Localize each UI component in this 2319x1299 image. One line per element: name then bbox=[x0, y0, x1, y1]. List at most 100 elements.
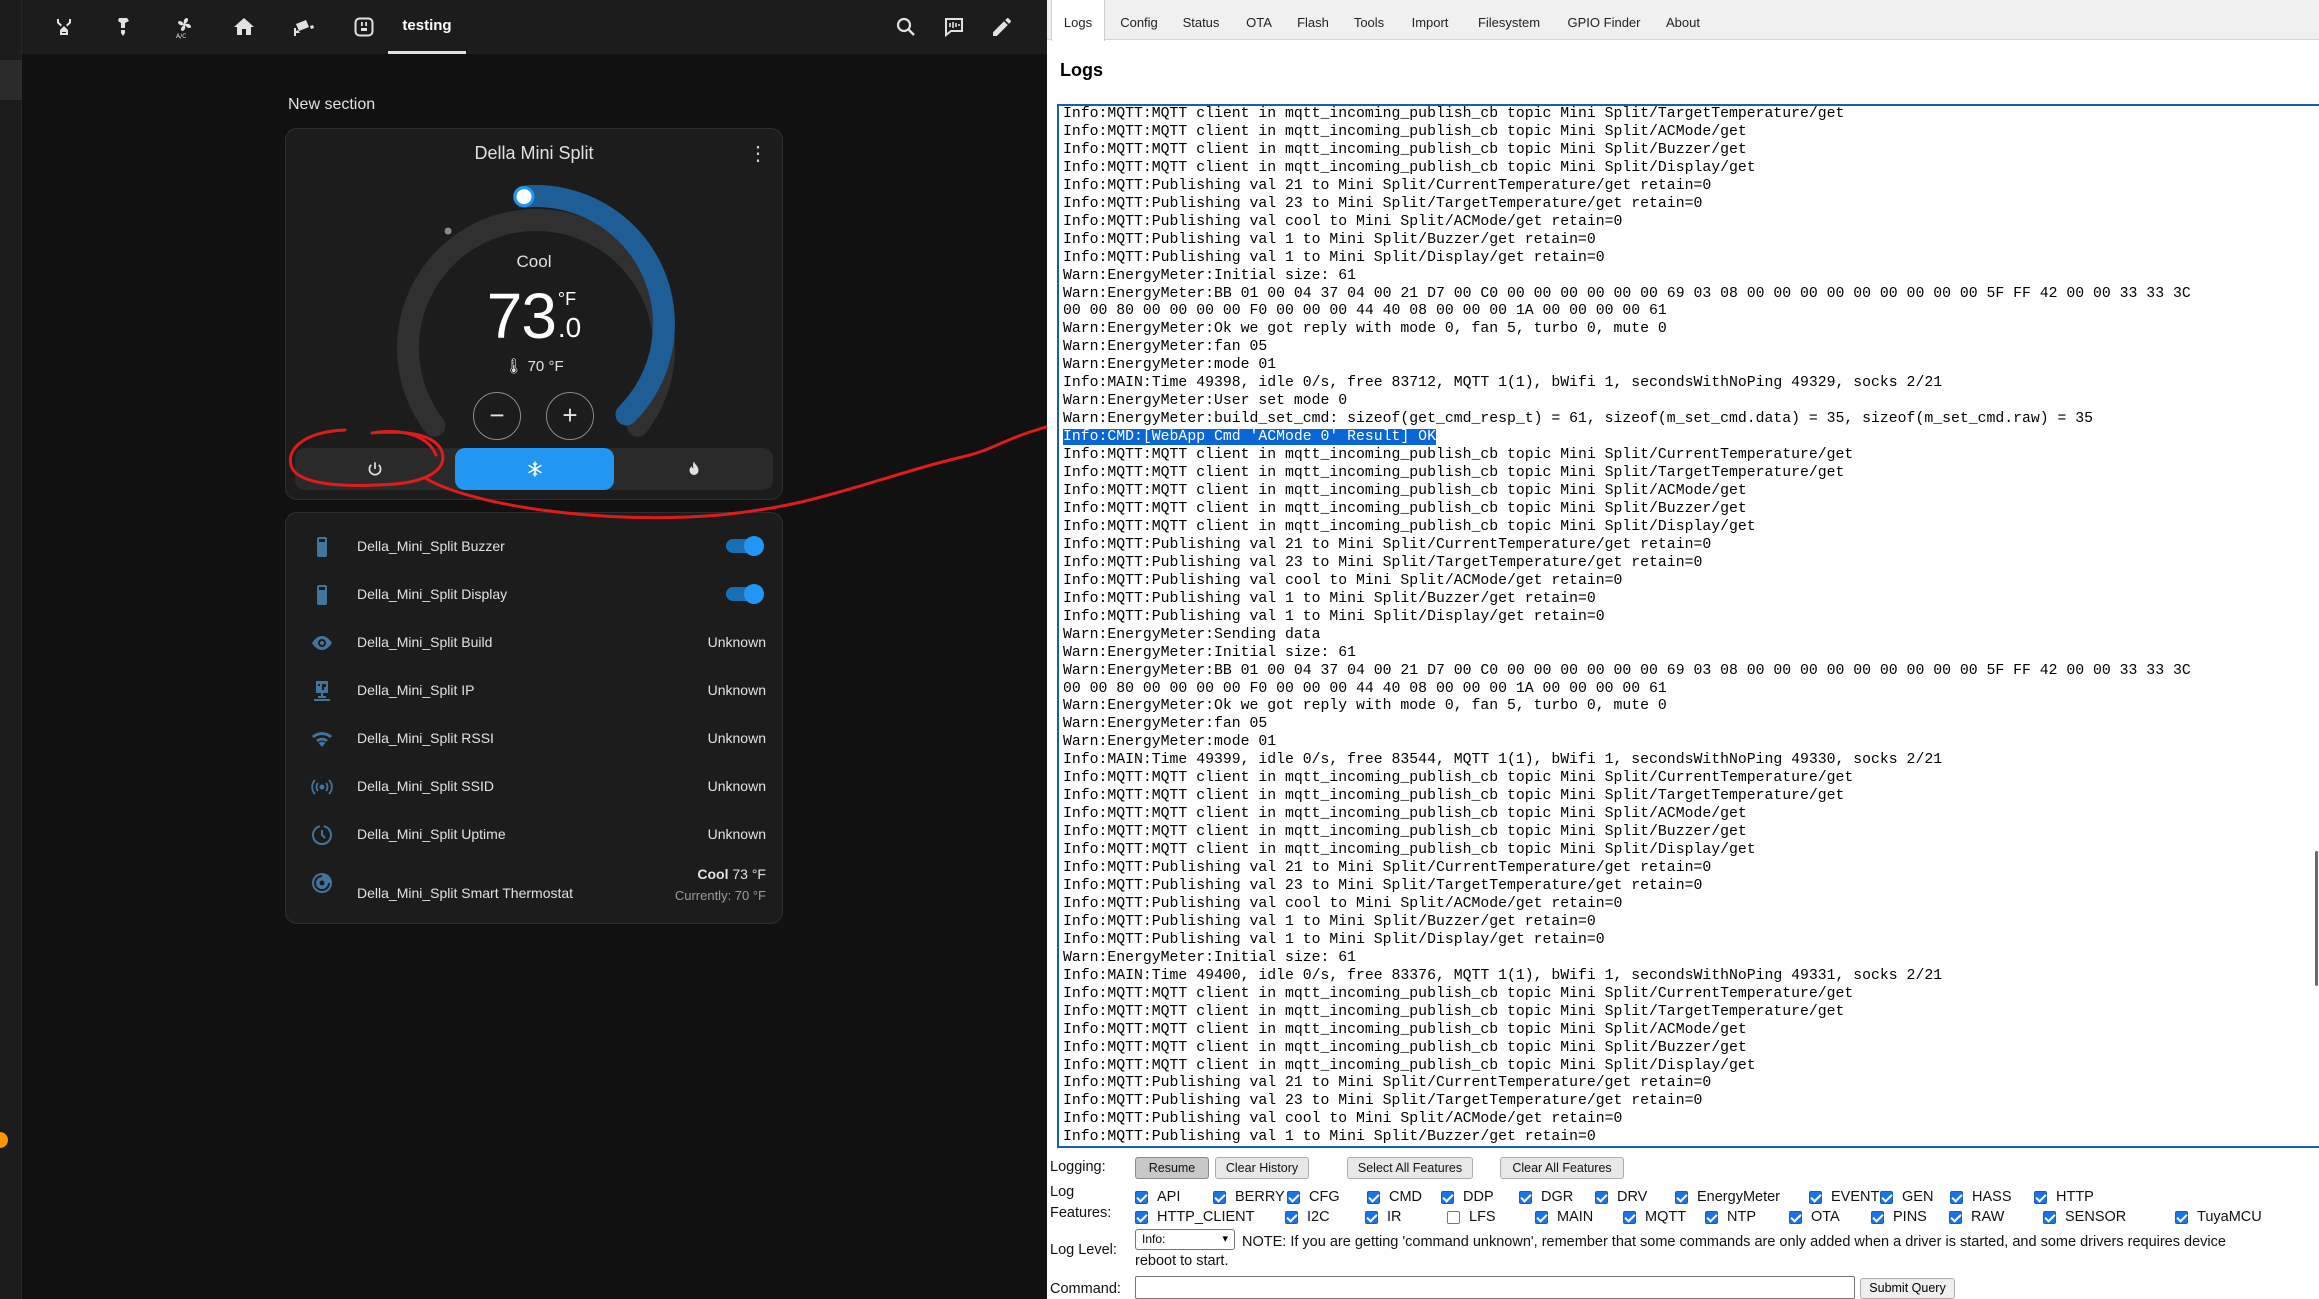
tab-ota[interactable]: OTA bbox=[1235, 0, 1283, 40]
feature-checkbox-pins[interactable]: PINS bbox=[1871, 1208, 1927, 1226]
checkbox-checked-icon[interactable] bbox=[1213, 1190, 1226, 1204]
checkbox-checked-icon[interactable] bbox=[1949, 1210, 1962, 1224]
increase-temperature-button[interactable]: + bbox=[546, 392, 594, 440]
checkbox-checked-icon[interactable] bbox=[1809, 1190, 1822, 1204]
log-output[interactable]: Info:MQTT:MQTT client in mqtt_incoming_p… bbox=[1057, 104, 2319, 1148]
checkbox-checked-icon[interactable] bbox=[1287, 1190, 1300, 1204]
entity-row-build[interactable]: Della_Mini_Split Build Unknown bbox=[286, 619, 782, 667]
feature-checkbox-ota[interactable]: OTA bbox=[1789, 1208, 1840, 1226]
tab-cctv[interactable] bbox=[282, 0, 326, 54]
tab-home[interactable] bbox=[222, 0, 266, 54]
tab-water-pump[interactable] bbox=[102, 0, 146, 54]
mode-cool-button[interactable] bbox=[455, 448, 614, 490]
feature-checkbox-sensor[interactable]: SENSOR bbox=[2043, 1208, 2126, 1226]
entity-row-ssid[interactable]: Della_Mini_Split SSID Unknown bbox=[286, 763, 782, 811]
tab-power-socket[interactable] bbox=[342, 0, 386, 54]
feature-checkbox-hass[interactable]: HASS bbox=[1950, 1188, 2012, 1206]
tab-testing[interactable]: testing bbox=[388, 0, 466, 54]
tab-about[interactable]: About bbox=[1657, 0, 1709, 40]
checkbox-checked-icon[interactable] bbox=[1365, 1210, 1378, 1224]
notification-dot[interactable] bbox=[0, 1132, 8, 1148]
entity-row-buzzer[interactable]: Della_Mini_Split Buzzer bbox=[286, 523, 782, 571]
feature-checkbox-http[interactable]: HTTP bbox=[2034, 1188, 2094, 1206]
entity-row-display[interactable]: Della_Mini_Split Display bbox=[286, 571, 782, 619]
tab-import[interactable]: Import bbox=[1403, 0, 1457, 40]
checkbox-checked-icon[interactable] bbox=[1135, 1190, 1148, 1204]
checkbox-checked-icon[interactable] bbox=[1623, 1210, 1636, 1224]
checkbox-checked-icon[interactable] bbox=[1519, 1190, 1532, 1204]
checkbox-checked-icon[interactable] bbox=[2175, 1210, 2188, 1224]
checkbox-checked-icon[interactable] bbox=[1135, 1210, 1148, 1224]
buzzer-toggle[interactable] bbox=[726, 536, 764, 556]
checkbox-checked-icon[interactable] bbox=[1880, 1190, 1893, 1204]
checkbox-unchecked-icon[interactable] bbox=[1447, 1210, 1460, 1224]
log-line: Info:MQTT:MQTT client in mqtt_incoming_p… bbox=[1063, 985, 1854, 1002]
tab-tools[interactable]: Tools bbox=[1343, 0, 1395, 40]
submit-query-button[interactable]: Submit Query bbox=[1860, 1278, 1955, 1299]
tab-config[interactable]: Config bbox=[1111, 0, 1167, 40]
feature-checkbox-http-client[interactable]: HTTP_CLIENT bbox=[1135, 1208, 1255, 1226]
display-toggle[interactable] bbox=[726, 584, 764, 604]
checkbox-checked-icon[interactable] bbox=[1675, 1190, 1688, 1204]
tab-filesystem[interactable]: Filesystem bbox=[1467, 0, 1551, 40]
feature-checkbox-ir[interactable]: IR bbox=[1365, 1208, 1402, 1226]
checkbox-checked-icon[interactable] bbox=[1871, 1210, 1884, 1224]
feature-checkbox-ntp[interactable]: NTP bbox=[1705, 1208, 1756, 1226]
feature-checkbox-drv[interactable]: DRV bbox=[1595, 1188, 1647, 1206]
clear-all-features-button[interactable]: Clear All Features bbox=[1500, 1157, 1624, 1179]
checkbox-checked-icon[interactable] bbox=[1950, 1190, 1963, 1204]
decrease-temperature-button[interactable]: − bbox=[473, 392, 521, 440]
mode-heat-button[interactable] bbox=[614, 448, 773, 490]
search-button[interactable] bbox=[886, 0, 926, 54]
entity-row-smart-thermostat[interactable]: Della_Mini_Split Smart Thermostat Cool 7… bbox=[286, 859, 782, 907]
tab-gpio-finder[interactable]: GPIO Finder bbox=[1557, 0, 1651, 40]
entity-row-uptime[interactable]: Della_Mini_Split Uptime Unknown bbox=[286, 811, 782, 859]
feature-checkbox-dgr[interactable]: DGR bbox=[1519, 1188, 1573, 1206]
feature-checkbox-cmd[interactable]: CMD bbox=[1367, 1188, 1422, 1206]
eye-icon bbox=[310, 631, 334, 655]
entity-row-rssi[interactable]: Della_Mini_Split RSSI Unknown bbox=[286, 715, 782, 763]
feature-checkbox-ddp[interactable]: DDP bbox=[1441, 1188, 1494, 1206]
feature-checkbox-event[interactable]: EVENT bbox=[1809, 1188, 1879, 1206]
log-level-select[interactable]: Info: ▾ bbox=[1135, 1229, 1235, 1250]
more-menu-icon[interactable]: ⋮ bbox=[748, 141, 768, 166]
checkbox-checked-icon[interactable] bbox=[2043, 1210, 2056, 1224]
feature-checkbox-raw[interactable]: RAW bbox=[1949, 1208, 2004, 1226]
feature-checkbox-tuyamcu[interactable]: TuyaMCU bbox=[2175, 1208, 2262, 1226]
tab-ac[interactable]: A/C bbox=[162, 0, 206, 54]
command-input[interactable] bbox=[1135, 1276, 1855, 1299]
thermostat-name[interactable]: Della Mini Split bbox=[286, 143, 782, 164]
feature-checkbox-lfs[interactable]: LFS bbox=[1447, 1208, 1496, 1226]
resume-button[interactable]: Resume bbox=[1135, 1157, 1209, 1179]
feature-checkbox-mqtt[interactable]: MQTT bbox=[1623, 1208, 1686, 1226]
edit-dashboard-button[interactable] bbox=[982, 0, 1022, 54]
tab-logs[interactable]: Logs bbox=[1051, 0, 1105, 41]
mode-off-button[interactable] bbox=[295, 448, 454, 490]
feature-checkbox-energymeter[interactable]: EnergyMeter bbox=[1675, 1188, 1780, 1206]
feature-checkbox-i2c[interactable]: I2C bbox=[1285, 1208, 1330, 1226]
feature-checkbox-main[interactable]: MAIN bbox=[1535, 1208, 1593, 1226]
entity-row-ip[interactable]: Della_Mini_Split IP Unknown bbox=[286, 667, 782, 715]
checkbox-checked-icon[interactable] bbox=[1789, 1210, 1802, 1224]
tab-flash[interactable]: Flash bbox=[1287, 0, 1339, 40]
clear-history-button[interactable]: Clear History bbox=[1215, 1157, 1309, 1179]
assist-button[interactable] bbox=[934, 0, 974, 54]
log-scrollbar[interactable] bbox=[2311, 106, 2319, 1146]
tab-status[interactable]: Status bbox=[1173, 0, 1229, 40]
checkbox-checked-icon[interactable] bbox=[1285, 1210, 1298, 1224]
checkbox-checked-icon[interactable] bbox=[1595, 1190, 1608, 1204]
sidebar-selected-item[interactable] bbox=[0, 60, 22, 100]
feature-checkbox-berry[interactable]: BERRY bbox=[1213, 1188, 1285, 1206]
feature-checkbox-cfg[interactable]: CFG bbox=[1287, 1188, 1340, 1206]
checkbox-checked-icon[interactable] bbox=[1367, 1190, 1380, 1204]
checkbox-checked-icon[interactable] bbox=[1535, 1210, 1548, 1224]
selected-log-text[interactable]: Info:CMD:[WebApp Cmd 'ACMode 0' Result] … bbox=[1062, 428, 1437, 447]
feature-checkbox-gen[interactable]: GEN bbox=[1880, 1188, 1933, 1206]
checkbox-checked-icon[interactable] bbox=[1705, 1210, 1718, 1224]
checkbox-checked-icon[interactable] bbox=[1441, 1190, 1454, 1204]
tab-robot-vacuum[interactable] bbox=[42, 0, 86, 54]
checkbox-checked-icon[interactable] bbox=[2034, 1190, 2047, 1204]
scrollbar-thumb[interactable] bbox=[2315, 851, 2318, 986]
select-all-features-button[interactable]: Select All Features bbox=[1347, 1157, 1473, 1179]
feature-checkbox-api[interactable]: API bbox=[1135, 1188, 1180, 1206]
